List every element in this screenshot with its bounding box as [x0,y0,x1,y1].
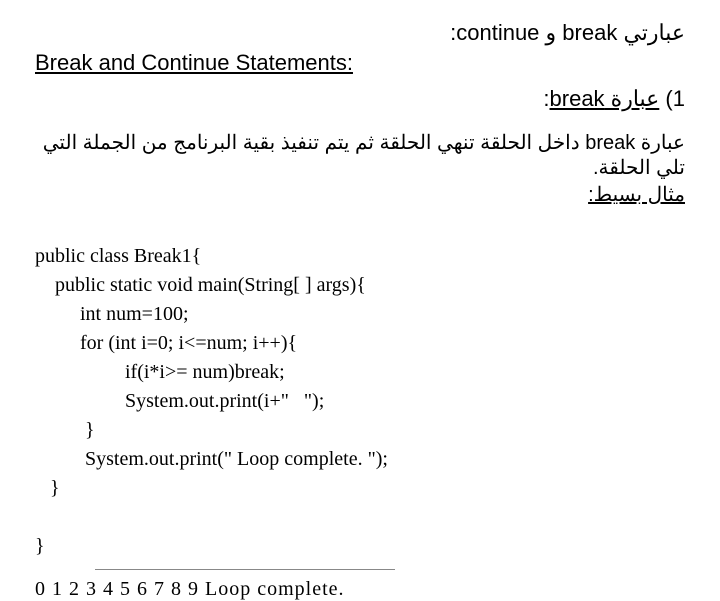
break-label: عبارة break [550,86,660,111]
code-line: } [35,477,60,499]
separator-line [95,569,395,570]
code-line: System.out.print(" Loop complete. "); [35,448,388,470]
description: عبارة break داخل الحلقة تنهي الحلقة ثم ي… [35,130,685,180]
item-number: 1) [665,86,685,111]
item-1: 1) عبارة break: [35,86,685,112]
heading-english: Break and Continue Statements: [35,50,353,76]
code-line: for (int i=0; i<=num; i++){ [35,332,297,354]
code-line: } [35,535,45,557]
heading-arabic: عبارتي break و continue: [450,20,685,46]
code-line: if(i*i>= num)break; [35,361,285,383]
code-line: System.out.print(i+" "); [35,390,324,412]
code-line: public class Break1{ [35,245,201,267]
code-line: public static void main(String[ ] args){ [35,274,366,296]
program-output: 0 1 2 3 4 5 6 7 8 9 Loop complete. [35,578,685,601]
example-label: مثال بسيط: [35,182,685,207]
code-line: } [35,419,95,441]
code-line: int num=100; [35,303,189,325]
code-block: public class Break1{ public static void … [35,213,685,561]
